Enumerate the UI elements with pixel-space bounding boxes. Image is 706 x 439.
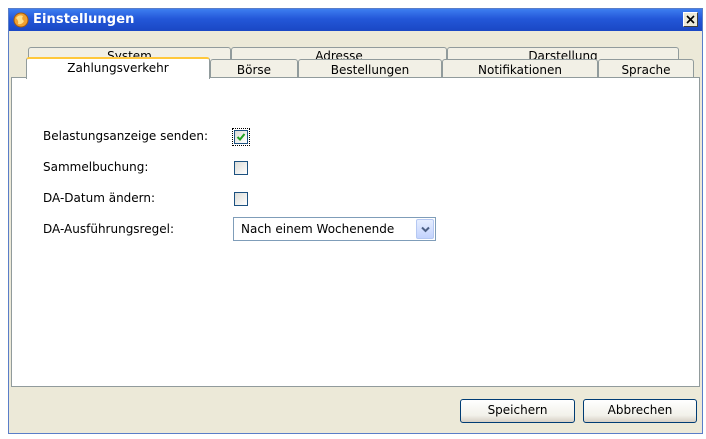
sammel-checkbox[interactable]: [234, 161, 248, 175]
check-icon: [235, 131, 247, 143]
settings-dialog: Einstellungen System Adresse Darstellung…: [8, 8, 703, 434]
close-button[interactable]: [683, 12, 698, 27]
regel-label: DA-Ausführungsregel:: [43, 222, 174, 236]
window-title: Einstellungen: [33, 12, 135, 27]
tab-label: Zahlungsverkehr: [67, 61, 169, 75]
datum-label: DA-Datum ändern:: [43, 191, 156, 205]
regel-select[interactable]: Nach einem Wochenende: [233, 217, 436, 241]
save-button[interactable]: Speichern: [460, 399, 575, 423]
belastung-label: Belastungsanzeige senden:: [43, 129, 209, 143]
tab-boerse[interactable]: Börse: [210, 59, 298, 79]
tab-bestellungen[interactable]: Bestellungen: [298, 59, 442, 79]
tab-zahlungsverkehr[interactable]: Zahlungsverkehr: [26, 57, 210, 79]
tab-label: Sprache: [621, 63, 671, 77]
tab-label: Bestellungen: [330, 63, 410, 77]
tab-label: Börse: [236, 63, 272, 77]
datum-checkbox[interactable]: [234, 192, 248, 206]
sammel-label: Sammelbuchung:: [43, 160, 149, 174]
tab-label: Notifikationen: [478, 63, 562, 77]
tab-sprache[interactable]: Sprache: [598, 59, 694, 79]
chevron-down-icon: [417, 226, 433, 233]
dropdown-button[interactable]: [416, 219, 434, 239]
belastung-checkbox[interactable]: [232, 128, 250, 146]
tab-notifikationen[interactable]: Notifikationen: [442, 59, 598, 79]
tab-panel: Belastungsanzeige senden: Sammelbuchung:…: [11, 77, 700, 387]
regel-select-value: Nach einem Wochenende: [241, 222, 395, 236]
close-icon: [684, 13, 697, 26]
app-globe-icon: [13, 12, 29, 28]
title-bar[interactable]: Einstellungen: [9, 9, 702, 31]
cancel-button[interactable]: Abbrechen: [583, 399, 697, 423]
